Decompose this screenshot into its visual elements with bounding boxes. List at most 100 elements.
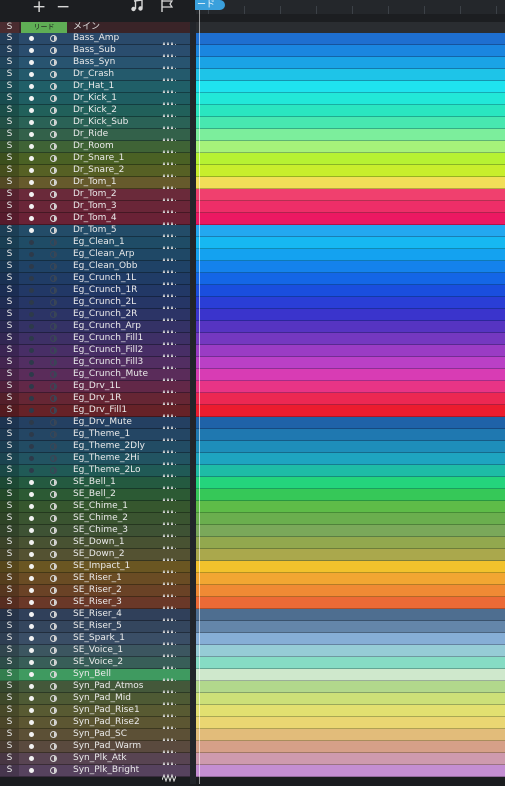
- solo-button[interactable]: S: [0, 261, 19, 272]
- monitor-icon[interactable]: [50, 47, 57, 54]
- track-lane[interactable]: [196, 129, 505, 141]
- waveform-icon[interactable]: [161, 623, 177, 639]
- record-enable-icon[interactable]: [29, 336, 34, 341]
- record-enable-icon[interactable]: [29, 408, 34, 413]
- waveform-icon[interactable]: [161, 203, 177, 219]
- monitor-icon[interactable]: [50, 359, 57, 366]
- track-row[interactable]: S SE_Riser_3: [0, 597, 190, 615]
- track-row[interactable]: S SE_Spark_1: [0, 633, 190, 651]
- record-enable-icon[interactable]: [29, 636, 34, 641]
- waveform-icon[interactable]: [161, 647, 177, 663]
- track-row[interactable]: S Dr_Tom_5: [0, 225, 190, 243]
- track-row[interactable]: S Eg_Drv_1R: [0, 393, 190, 411]
- track-lane[interactable]: [196, 297, 505, 309]
- track-row[interactable]: S Eg_Crunch_2R: [0, 309, 190, 327]
- record-enable-icon[interactable]: [29, 660, 34, 665]
- track-lane[interactable]: [196, 237, 505, 249]
- record-enable-icon[interactable]: [29, 180, 34, 185]
- track-lane[interactable]: [196, 489, 505, 501]
- waveform-icon[interactable]: [161, 671, 177, 687]
- record-enable-icon[interactable]: [29, 756, 34, 761]
- track-lane[interactable]: [196, 657, 505, 669]
- monitor-icon[interactable]: [50, 167, 57, 174]
- waveform-icon[interactable]: [161, 323, 177, 339]
- waveform-icon[interactable]: [161, 59, 177, 75]
- track-row[interactable]: S Dr_Tom_3: [0, 201, 190, 219]
- add-track-button[interactable]: +: [32, 0, 46, 18]
- solo-button[interactable]: S: [0, 225, 19, 236]
- track-row[interactable]: S Bass_Sub: [0, 45, 190, 63]
- waveform-icon[interactable]: [161, 143, 177, 159]
- record-enable-icon[interactable]: [29, 156, 34, 161]
- track-lane[interactable]: [196, 309, 505, 321]
- track-row[interactable]: S SE_Riser_5: [0, 621, 190, 639]
- monitor-icon[interactable]: [50, 239, 57, 246]
- track-lane[interactable]: [196, 537, 505, 549]
- solo-button[interactable]: S: [0, 681, 19, 692]
- waveform-icon[interactable]: [161, 251, 177, 267]
- track-lane[interactable]: [196, 33, 505, 45]
- track-row[interactable]: S Bass_Amp: [0, 33, 190, 51]
- track-lane[interactable]: [196, 501, 505, 513]
- track-lane[interactable]: [196, 93, 505, 105]
- track-row[interactable]: S SE_Impact_1: [0, 561, 190, 579]
- solo-button[interactable]: S: [0, 165, 19, 176]
- track-lane[interactable]: [196, 585, 505, 597]
- monitor-icon[interactable]: [50, 107, 57, 114]
- monitor-icon[interactable]: [50, 407, 57, 414]
- record-enable-icon[interactable]: [29, 684, 34, 689]
- track-lane[interactable]: [196, 429, 505, 441]
- record-enable-icon[interactable]: [29, 720, 34, 725]
- waveform-icon[interactable]: [161, 491, 177, 507]
- track-lane[interactable]: [196, 681, 505, 693]
- record-enable-icon[interactable]: [29, 252, 34, 257]
- monitor-icon[interactable]: [50, 479, 57, 486]
- solo-button[interactable]: S: [0, 297, 19, 308]
- monitor-icon[interactable]: [50, 659, 57, 666]
- track-lane[interactable]: [196, 273, 505, 285]
- track-lane[interactable]: [196, 549, 505, 561]
- record-enable-icon[interactable]: [29, 732, 34, 737]
- record-enable-icon[interactable]: [29, 168, 34, 173]
- monitor-icon[interactable]: [50, 719, 57, 726]
- solo-button[interactable]: S: [0, 213, 19, 224]
- track-row[interactable]: S Eg_Crunch_Arp: [0, 321, 190, 339]
- solo-button[interactable]: S: [0, 513, 19, 524]
- monitor-icon[interactable]: [50, 683, 57, 690]
- track-lane[interactable]: [196, 393, 505, 405]
- monitor-icon[interactable]: [50, 707, 57, 714]
- solo-button[interactable]: S: [0, 309, 19, 320]
- record-enable-icon[interactable]: [29, 540, 34, 545]
- track-lane[interactable]: [196, 417, 505, 429]
- track-lane[interactable]: [196, 609, 505, 621]
- record-enable-icon[interactable]: [29, 444, 34, 449]
- waveform-icon[interactable]: [161, 659, 177, 675]
- monitor-icon[interactable]: [50, 419, 57, 426]
- monitor-icon[interactable]: [50, 467, 57, 474]
- monitor-icon[interactable]: [50, 191, 57, 198]
- record-enable-icon[interactable]: [29, 360, 34, 365]
- record-enable-icon[interactable]: [29, 108, 34, 113]
- monitor-icon[interactable]: [50, 299, 57, 306]
- record-enable-icon[interactable]: [29, 84, 34, 89]
- solo-button[interactable]: S: [0, 561, 19, 572]
- solo-button[interactable]: S: [0, 657, 19, 668]
- track-lane[interactable]: [196, 753, 505, 765]
- track-lane[interactable]: [196, 345, 505, 357]
- monitor-icon[interactable]: [50, 443, 57, 450]
- monitor-icon[interactable]: [50, 767, 57, 774]
- track-row[interactable]: S SE_Down_1: [0, 537, 190, 555]
- record-enable-icon[interactable]: [29, 492, 34, 497]
- waveform-icon[interactable]: [161, 503, 177, 519]
- solo-button[interactable]: S: [0, 669, 19, 680]
- solo-button[interactable]: S: [0, 753, 19, 764]
- monitor-icon[interactable]: [50, 251, 57, 258]
- track-row[interactable]: S Eg_Crunch_1L: [0, 273, 190, 291]
- monitor-icon[interactable]: [50, 215, 57, 222]
- track-lane[interactable]: [196, 441, 505, 453]
- record-enable-icon[interactable]: [29, 240, 34, 245]
- track-row[interactable]: S SE_Riser_1: [0, 573, 190, 591]
- track-row[interactable]: S Eg_Crunch_Mute: [0, 369, 190, 387]
- record-enable-icon[interactable]: [29, 396, 34, 401]
- track-row[interactable]: S Dr_Hat_1: [0, 81, 190, 99]
